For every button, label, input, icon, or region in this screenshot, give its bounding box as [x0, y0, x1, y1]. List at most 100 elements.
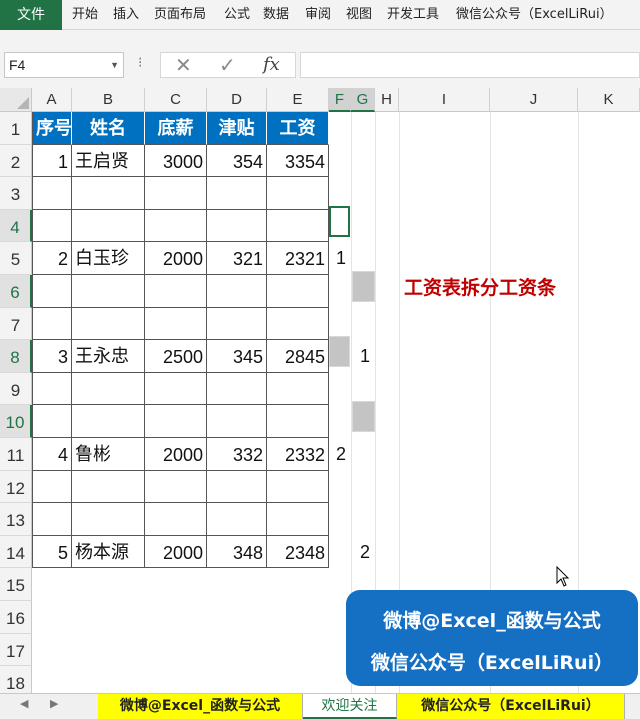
table-cell[interactable]: [145, 177, 207, 210]
table-cell[interactable]: 2348: [267, 535, 329, 569]
table-cell[interactable]: [32, 405, 72, 438]
tab-wechat-account[interactable]: 微信公众号（ExcelLiRui）: [456, 0, 613, 30]
table-cell[interactable]: 345: [207, 340, 267, 373]
table-cell[interactable]: [145, 503, 207, 536]
table-cell[interactable]: [145, 470, 207, 504]
scroll-left-icon[interactable]: ◀: [20, 697, 28, 710]
column-header-i[interactable]: I: [399, 88, 490, 112]
sheet-tab-wechat[interactable]: 微信公众号（ExcelLiRui）: [397, 694, 625, 719]
row-header-6[interactable]: 6: [0, 275, 32, 308]
table-cell[interactable]: 3000: [145, 144, 207, 178]
row-header-15[interactable]: 15: [0, 568, 32, 601]
table-cell[interactable]: 2845: [267, 340, 329, 373]
table-cell[interactable]: [267, 307, 329, 341]
table-cell[interactable]: [72, 470, 145, 504]
table-cell[interactable]: 354: [207, 144, 267, 178]
header-cell[interactable]: 津贴: [207, 112, 267, 145]
row-header-18[interactable]: 18: [0, 666, 32, 693]
table-cell[interactable]: [145, 405, 207, 438]
table-cell[interactable]: 2000: [145, 242, 207, 275]
table-cell[interactable]: 4: [32, 438, 72, 471]
row-header-14[interactable]: 14: [0, 535, 32, 569]
sheet-tab-weibo[interactable]: 微博@Excel_函数与公式: [98, 694, 303, 719]
table-cell[interactable]: 2: [32, 242, 72, 275]
table-cell[interactable]: [72, 503, 145, 536]
column-header-b[interactable]: B: [72, 88, 145, 112]
formula-input[interactable]: [300, 52, 640, 78]
table-cell[interactable]: 杨本源: [72, 535, 145, 569]
column-header-c[interactable]: C: [145, 88, 207, 112]
table-cell[interactable]: [32, 372, 72, 406]
table-cell[interactable]: [267, 209, 329, 243]
scroll-right-icon[interactable]: ▶: [50, 697, 58, 710]
tab-data[interactable]: 数据: [263, 0, 289, 30]
tab-view[interactable]: 视图: [346, 0, 372, 30]
row-header-9[interactable]: 9: [0, 372, 32, 406]
more-options-icon[interactable]: ⁝: [138, 55, 142, 71]
chevron-down-icon[interactable]: ▼: [110, 53, 119, 77]
row-header-4[interactable]: 4: [0, 209, 32, 243]
tab-insert[interactable]: 插入: [113, 0, 139, 30]
row-header-12[interactable]: 12: [0, 470, 32, 504]
table-cell[interactable]: 2332: [267, 438, 329, 471]
table-cell[interactable]: 2321: [267, 242, 329, 275]
tab-formulas[interactable]: 公式: [224, 0, 250, 30]
table-cell[interactable]: 3: [32, 340, 72, 373]
column-header-e[interactable]: E: [267, 88, 329, 112]
active-cell-f4[interactable]: [329, 206, 350, 237]
tab-home[interactable]: 开始: [72, 0, 98, 30]
table-cell[interactable]: [72, 275, 145, 308]
header-cell[interactable]: 底薪: [145, 112, 207, 145]
table-cell[interactable]: [72, 307, 145, 341]
column-header-d[interactable]: D: [207, 88, 267, 112]
table-cell[interactable]: [32, 307, 72, 341]
row-header-10[interactable]: 10: [0, 405, 32, 438]
table-cell[interactable]: [32, 470, 72, 504]
table-cell[interactable]: [267, 177, 329, 210]
header-cell[interactable]: 工资: [267, 112, 329, 145]
grey-cell-g6[interactable]: [352, 271, 375, 302]
table-cell[interactable]: 5: [32, 535, 72, 569]
row-header-1[interactable]: 1: [0, 112, 32, 145]
table-cell[interactable]: [32, 209, 72, 243]
table-cell[interactable]: 1: [32, 144, 72, 178]
table-cell[interactable]: [207, 275, 267, 308]
table-cell[interactable]: [72, 209, 145, 243]
table-cell[interactable]: [145, 209, 207, 243]
header-cell[interactable]: 姓名: [72, 112, 145, 145]
table-cell[interactable]: [207, 503, 267, 536]
table-cell[interactable]: [32, 177, 72, 210]
table-cell[interactable]: 王启贤: [72, 144, 145, 178]
row-header-11[interactable]: 11: [0, 438, 32, 471]
table-cell[interactable]: 321: [207, 242, 267, 275]
tab-developer[interactable]: 开发工具: [387, 0, 439, 30]
table-cell[interactable]: [32, 503, 72, 536]
sheet-tab-welcome[interactable]: 欢迎关注: [303, 694, 397, 719]
row-header-7[interactable]: 7: [0, 307, 32, 341]
table-cell[interactable]: 鲁彬: [72, 438, 145, 471]
column-header-k[interactable]: K: [578, 88, 640, 112]
row-header-8[interactable]: 8: [0, 340, 32, 373]
table-cell[interactable]: [145, 372, 207, 406]
table-cell[interactable]: [267, 372, 329, 406]
table-cell[interactable]: 348: [207, 535, 267, 569]
table-cell[interactable]: [72, 405, 145, 438]
row-header-5[interactable]: 5: [0, 242, 32, 275]
table-cell[interactable]: [207, 177, 267, 210]
table-cell[interactable]: 王永忠: [72, 340, 145, 373]
tab-page-layout[interactable]: 页面布局: [154, 0, 206, 30]
column-header-g[interactable]: G: [351, 88, 375, 112]
table-cell[interactable]: 白玉珍: [72, 242, 145, 275]
row-header-17[interactable]: 17: [0, 633, 32, 667]
name-box[interactable]: F4 ▼: [4, 52, 124, 78]
row-header-13[interactable]: 13: [0, 503, 32, 536]
table-cell[interactable]: [32, 275, 72, 308]
table-cell[interactable]: [267, 275, 329, 308]
table-cell[interactable]: [267, 470, 329, 504]
table-cell[interactable]: [145, 275, 207, 308]
table-cell[interactable]: 2500: [145, 340, 207, 373]
insert-function-icon[interactable]: fx: [263, 53, 280, 77]
table-cell[interactable]: [267, 405, 329, 438]
cancel-icon[interactable]: ✕: [175, 53, 192, 77]
row-header-2[interactable]: 2: [0, 144, 32, 178]
